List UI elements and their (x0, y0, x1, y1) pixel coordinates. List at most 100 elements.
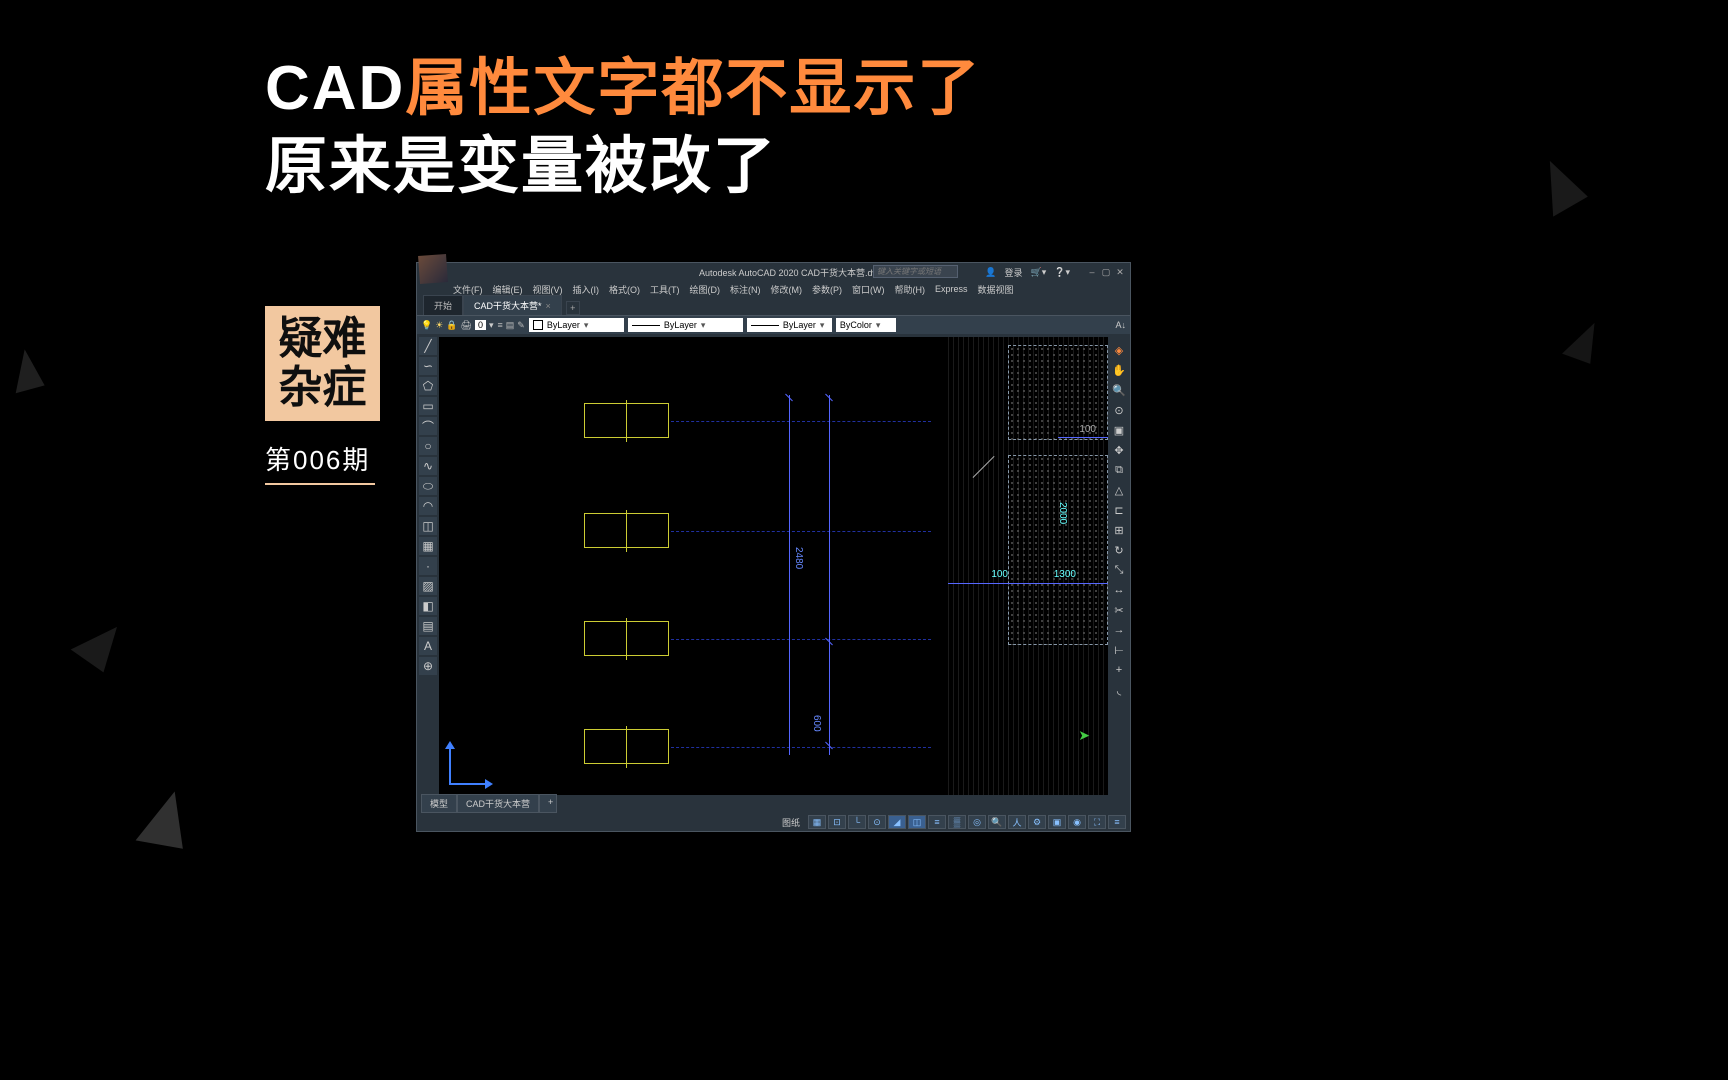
layer-state-icons[interactable]: 💡 ☀ 🔒 🖨 0 ▾ (421, 320, 494, 331)
lineweight-dropdown[interactable]: ByLayer ▾ (747, 318, 832, 332)
text-style-icon[interactable]: A↓ (1115, 320, 1126, 330)
copy-tool-icon[interactable]: ⧉ (1110, 461, 1128, 479)
status-snap-icon[interactable]: ⊡ (828, 815, 846, 829)
rectangle-tool-icon[interactable]: ▭ (419, 397, 437, 415)
print-icon[interactable]: 🖨 (461, 320, 472, 331)
tab-model[interactable]: 模型 (421, 794, 457, 813)
status-monitor-icon[interactable]: ▣ (1048, 815, 1066, 829)
status-ann-scale-icon[interactable]: 🔍 (988, 815, 1006, 829)
tab-start[interactable]: 开始 (423, 295, 463, 315)
hatch-tool-icon[interactable]: ▨ (419, 577, 437, 595)
color-dropdown[interactable]: ByLayer ▾ (529, 318, 624, 332)
bulb-icon[interactable]: 💡 (421, 320, 432, 331)
show-motion-icon[interactable]: ▣ (1110, 421, 1128, 439)
move-tool-icon[interactable]: ✥ (1110, 441, 1128, 459)
minimize-icon[interactable]: – (1086, 266, 1098, 278)
menu-param[interactable]: 参数(P) (808, 283, 846, 296)
tab-document-active[interactable]: CAD干货大本营*× (463, 295, 562, 315)
match-icon[interactable]: ✎ (517, 320, 525, 331)
make-block-icon[interactable]: ▦ (419, 537, 437, 555)
orbit-icon[interactable]: ⊙ (1110, 401, 1128, 419)
menu-view[interactable]: 视图(V) (529, 283, 567, 296)
badge-line2: 杂症 (279, 364, 367, 412)
status-isolate-icon[interactable]: ◉ (1068, 815, 1086, 829)
tab-layout[interactable]: CAD干货大本营 (457, 794, 539, 813)
help-icon[interactable]: ❔▾ (1054, 267, 1070, 278)
spline-tool-icon[interactable]: ∿ (419, 457, 437, 475)
circle-tool-icon[interactable]: ○ (419, 437, 437, 455)
menu-dataview[interactable]: 数据视图 (974, 283, 1018, 296)
rotate-tool-icon[interactable]: ↻ (1110, 541, 1128, 559)
status-polar-icon[interactable]: ⊙ (868, 815, 886, 829)
plotstyle-dropdown[interactable]: ByColor ▾ (836, 318, 896, 332)
offset-tool-icon[interactable]: ⊏ (1110, 501, 1128, 519)
status-transparency-icon[interactable]: ▒ (948, 815, 966, 829)
polygon-tool-icon[interactable]: ⬠ (419, 377, 437, 395)
point-tool-icon[interactable]: · (419, 557, 437, 575)
tab-close-icon[interactable]: × (546, 301, 551, 311)
close-icon[interactable]: ✕ (1114, 266, 1126, 278)
user-icon[interactable]: 👤 (985, 267, 996, 278)
linetype-dropdown[interactable]: ByLayer ▾ (628, 318, 743, 332)
extend-tool-icon[interactable]: → (1110, 621, 1128, 639)
login-text[interactable]: 登录 (1005, 266, 1023, 279)
region-tool-icon[interactable]: ◧ (419, 597, 437, 615)
tab-add-icon[interactable]: + (539, 794, 557, 813)
menu-tools[interactable]: 工具(T) (646, 283, 684, 296)
polyline-tool-icon[interactable]: ∽ (419, 357, 437, 375)
stretch-tool-icon[interactable]: ↔ (1110, 581, 1128, 599)
status-workspace-icon[interactable]: ⚙ (1028, 815, 1046, 829)
cart-icon[interactable]: 🛒▾ (1031, 267, 1047, 278)
layer-manage-icon[interactable]: ▤ (506, 320, 515, 331)
status-clean-icon[interactable]: ⛶ (1088, 815, 1106, 829)
layers-icon[interactable]: ≡ (498, 320, 503, 331)
badge-line1: 疑难 (279, 315, 367, 363)
extension-line (671, 639, 931, 640)
arc-tool-icon[interactable]: ⌒ (419, 417, 437, 435)
insert-block-icon[interactable]: ◫ (419, 517, 437, 535)
menu-edit[interactable]: 编辑(E) (489, 283, 527, 296)
zoom-extents-icon[interactable]: 🔍 (1110, 381, 1128, 399)
table-tool-icon[interactable]: ▤ (419, 617, 437, 635)
menu-draw[interactable]: 绘图(D) (686, 283, 725, 296)
scale-tool-icon[interactable]: ⤡ (1110, 561, 1128, 579)
status-cycle-icon[interactable]: ◎ (968, 815, 986, 829)
mtext-tool-icon[interactable]: A (419, 637, 437, 655)
freeze-icon[interactable]: ☀ (435, 320, 443, 331)
menu-express[interactable]: Express (931, 284, 972, 294)
break-tool-icon[interactable]: ⊢ (1110, 641, 1128, 659)
status-lineweight-icon[interactable]: ≡ (928, 815, 946, 829)
menu-dim[interactable]: 标注(N) (726, 283, 765, 296)
nav-wheel-icon[interactable]: ◈ (1110, 341, 1128, 359)
addline-tool-icon[interactable]: ⊕ (419, 657, 437, 675)
layer-name[interactable]: 0 (475, 320, 486, 330)
menu-help[interactable]: 帮助(H) (891, 283, 930, 296)
mirror-tool-icon[interactable]: △ (1110, 481, 1128, 499)
status-osnap-icon[interactable]: ◢ (888, 815, 906, 829)
pan-icon[interactable]: ✋ (1110, 361, 1128, 379)
menu-insert[interactable]: 插入(I) (569, 283, 604, 296)
ellipse-tool-icon[interactable]: ⬭ (419, 477, 437, 495)
status-scale-icon[interactable]: 人 (1008, 815, 1026, 829)
keyword-search-input[interactable]: 键入关键字或短语 (873, 265, 958, 278)
document-tabs: 开始 CAD干货大本营*× + (417, 297, 1130, 315)
status-menu-icon[interactable]: ≡ (1108, 815, 1126, 829)
ellipse-arc-icon[interactable]: ◠ (419, 497, 437, 515)
array-tool-icon[interactable]: ⊞ (1110, 521, 1128, 539)
layer-tools[interactable]: ≡ ▤ ✎ (498, 320, 525, 331)
menu-modify[interactable]: 修改(M) (767, 283, 807, 296)
line-tool-icon[interactable]: ╱ (419, 337, 437, 355)
menu-window[interactable]: 窗口(W) (848, 283, 889, 296)
status-track-icon[interactable]: ◫ (908, 815, 926, 829)
menu-format[interactable]: 格式(O) (605, 283, 644, 296)
tab-new-icon[interactable]: + (566, 301, 580, 315)
drawing-canvas[interactable]: 2480 600 2000 100 1300 100 ➤ (439, 337, 1108, 795)
join-tool-icon[interactable]: + (1110, 661, 1128, 679)
status-ortho-icon[interactable]: └ (848, 815, 866, 829)
maximize-icon[interactable]: ▢ (1100, 266, 1112, 278)
trim-tool-icon[interactable]: ✂ (1110, 601, 1128, 619)
status-grid-icon[interactable]: ▦ (808, 815, 826, 829)
fillet-tool-icon[interactable]: ◟ (1110, 681, 1128, 699)
menu-file[interactable]: 文件(F) (449, 283, 487, 296)
lock-icon[interactable]: 🔒 (446, 320, 457, 331)
